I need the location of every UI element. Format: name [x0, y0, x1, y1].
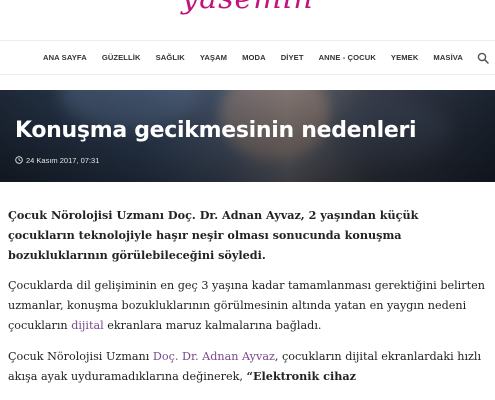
- tag-link-dijital[interactable]: dijital: [71, 319, 104, 332]
- nav-item-masiva[interactable]: MASİVA: [433, 53, 463, 62]
- article-body: Çocuk Nörolojisi Uzmanı Doç. Dr. Adnan A…: [8, 206, 489, 397]
- article-paragraph-3: Çocuk Nörolojisi Uzmanı Doç. Dr. Adnan A…: [8, 347, 489, 387]
- article-date: 24 Kasım 2017, 07:31: [15, 154, 99, 166]
- nav-item-saglik[interactable]: SAĞLIK: [156, 53, 185, 62]
- site-logo[interactable]: yasemin: [0, 0, 495, 16]
- article-lead: Çocuk Nörolojisi Uzmanı Doç. Dr. Adnan A…: [8, 208, 419, 262]
- tag-link-adnan-ayvaz[interactable]: Doç. Dr. Adnan Ayvaz: [153, 350, 275, 363]
- nav-item-guzellik[interactable]: GÜZELLİK: [102, 53, 141, 62]
- main-nav: ANA SAYFA GÜZELLİK SAĞLIK YAŞAM MODA DİY…: [0, 41, 495, 74]
- nav-item-diyet[interactable]: DİYET: [281, 53, 304, 62]
- nav-item-yemek[interactable]: YEMEK: [391, 53, 419, 62]
- paragraph-text: Çocuk Nörolojisi Uzmanı: [8, 349, 153, 363]
- nav-divider: [0, 74, 495, 75]
- article-paragraph-2: Çocuklarda dil gelişiminin en geç 3 yaşı…: [8, 276, 489, 335]
- nav-item-anne-cocuk[interactable]: ANNE - ÇOCUK: [319, 53, 376, 62]
- article-title: Konuşma gecikmesinin nedenleri: [15, 118, 417, 143]
- search-icon[interactable]: [477, 52, 489, 64]
- nav-item-ana-sayfa[interactable]: ANA SAYFA: [43, 53, 87, 62]
- clock-icon: [15, 156, 23, 164]
- quote-text: “Elektronik cihaz: [246, 368, 356, 383]
- article-date-text: 24 Kasım 2017, 07:31: [26, 155, 100, 165]
- nav-item-moda[interactable]: MODA: [242, 53, 266, 62]
- nav-item-yasam[interactable]: YAŞAM: [200, 53, 227, 62]
- paragraph-text: ekranlara maruz kalmalarına bağladı.: [103, 318, 322, 332]
